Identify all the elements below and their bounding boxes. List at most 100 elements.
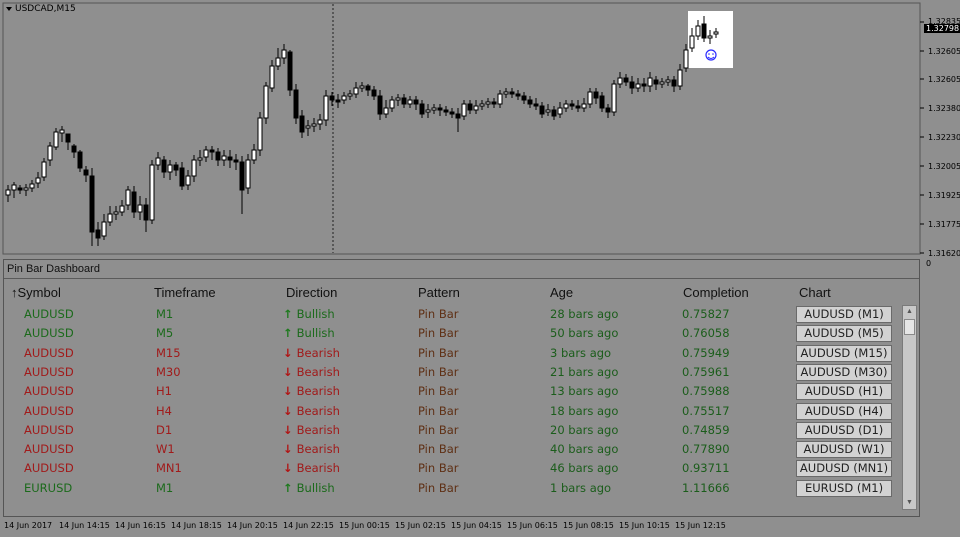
- row-direction: ↓ Bearish: [283, 404, 340, 418]
- bear-candle: [335, 99, 341, 103]
- open-chart-button[interactable]: AUDUSD (H4): [796, 402, 892, 420]
- arrow-up-icon: ↑: [283, 326, 297, 341]
- column-header-age[interactable]: Age: [550, 285, 573, 300]
- bull-candle: [35, 177, 41, 184]
- price-tick: 1.32605: [928, 47, 960, 56]
- column-header-symbol[interactable]: ↑Symbol: [11, 285, 61, 300]
- column-header-pattern[interactable]: Pattern: [418, 285, 460, 300]
- price-tick: 1.32230: [928, 133, 960, 142]
- arrow-down-icon: ↓: [283, 442, 297, 457]
- indicator-zero-label: 0: [926, 259, 932, 268]
- row-completion: 0.75517: [682, 403, 730, 418]
- column-header-chart[interactable]: Chart: [799, 285, 831, 300]
- bull-candle: [563, 103, 569, 109]
- arrow-up-icon: ↑: [283, 480, 297, 495]
- bear-candle: [365, 85, 371, 91]
- bear-candle: [173, 164, 179, 171]
- bear-candle: [551, 109, 557, 117]
- row-timeframe: M15: [156, 345, 181, 360]
- row-timeframe: M1: [156, 480, 174, 495]
- bear-candle: [95, 229, 101, 239]
- bull-candle: [137, 204, 143, 213]
- direction-label: Bullish: [296, 307, 335, 321]
- bear-candle: [455, 113, 461, 119]
- bull-candle: [5, 189, 11, 196]
- bear-candle: [293, 89, 299, 119]
- open-chart-button[interactable]: AUDUSD (M30): [796, 363, 892, 381]
- row-timeframe: MN1: [156, 461, 182, 476]
- bear-candle: [413, 99, 419, 105]
- bull-candle: [311, 123, 317, 127]
- bull-candle: [323, 95, 329, 121]
- column-header-completion[interactable]: Completion: [683, 285, 749, 300]
- bear-candle: [215, 151, 221, 161]
- scroll-down-icon[interactable]: ▼: [903, 497, 916, 509]
- row-pattern: Pin Bar: [418, 326, 459, 341]
- arrow-down-icon: ↓: [283, 364, 297, 379]
- price-tick: 1.31925: [928, 191, 960, 200]
- bull-candle: [461, 103, 467, 117]
- open-chart-button[interactable]: AUDUSD (W1): [796, 441, 892, 459]
- bear-candle: [671, 79, 677, 87]
- price-chart[interactable]: USDCAD,M15 1.32835 1.32798 1.32605 1.326…: [0, 0, 960, 270]
- open-chart-button[interactable]: AUDUSD (MN1): [796, 460, 892, 478]
- bear-candle: [569, 103, 575, 107]
- row-symbol: AUDUSD: [24, 442, 74, 457]
- open-chart-button[interactable]: AUDUSD (M5): [796, 325, 892, 343]
- bear-candle: [77, 151, 83, 169]
- scroll-thumb[interactable]: [904, 319, 915, 335]
- bull-candle: [185, 175, 191, 186]
- column-header-direction[interactable]: Direction: [286, 285, 337, 300]
- bull-candle: [269, 65, 275, 89]
- bear-candle: [287, 51, 293, 91]
- row-symbol: EURUSD: [24, 480, 73, 495]
- bull-candle: [395, 97, 401, 101]
- arrow-down-icon: ↓: [283, 345, 297, 360]
- bear-candle: [161, 159, 167, 173]
- row-timeframe: M1: [156, 307, 174, 321]
- bear-candle: [515, 93, 521, 97]
- open-chart-button[interactable]: AUDUSD (H1): [796, 383, 892, 401]
- row-age: 28 bars ago: [550, 307, 619, 321]
- row-timeframe: H1: [156, 384, 172, 399]
- row-pattern: Pin Bar: [418, 422, 459, 437]
- open-chart-button[interactable]: AUDUSD (M15): [796, 344, 892, 362]
- bull-candle: [389, 99, 395, 109]
- bull-candle: [101, 221, 107, 237]
- open-chart-button[interactable]: EURUSD (M1): [796, 479, 892, 497]
- row-completion: 0.75949: [682, 345, 730, 360]
- bull-candle: [341, 95, 347, 101]
- chart-frame: [2, 2, 921, 255]
- bear-candle: [449, 111, 455, 115]
- bull-candle: [659, 81, 665, 85]
- row-direction: ↓ Bearish: [283, 423, 340, 437]
- bear-candle: [605, 107, 611, 113]
- bull-candle: [245, 159, 251, 189]
- row-pattern: Pin Bar: [418, 461, 459, 476]
- row-age: 20 bars ago: [550, 422, 619, 437]
- bear-candle: [143, 204, 149, 221]
- bear-candle: [329, 95, 335, 101]
- column-header-timeframe[interactable]: Timeframe: [154, 285, 216, 300]
- row-symbol: AUDUSD: [24, 326, 74, 341]
- open-chart-button[interactable]: AUDUSD (M1): [796, 306, 892, 323]
- smiley-eye-left: [708, 53, 710, 55]
- time-tick-label: 15 Jun 00:15: [339, 521, 390, 530]
- bear-candle: [401, 97, 407, 105]
- open-chart-button[interactable]: AUDUSD (D1): [796, 421, 892, 439]
- dropdown-triangle-icon[interactable]: [6, 6, 12, 11]
- bull-candle: [665, 79, 671, 83]
- scroll-up-icon[interactable]: ▲: [903, 306, 916, 318]
- bear-candle: [491, 101, 497, 105]
- candlestick-chart[interactable]: [0, 0, 960, 270]
- bull-candle: [257, 117, 263, 151]
- row-direction: ↑ Bullish: [283, 481, 335, 495]
- bear-candle: [701, 23, 707, 39]
- row-pattern: Pin Bar: [418, 442, 459, 457]
- row-age: 21 bars ago: [550, 364, 619, 379]
- time-tick-label: 15 Jun 12:15: [675, 521, 726, 530]
- bear-candle: [239, 161, 245, 191]
- vertical-scrollbar[interactable]: ▲ ▼: [902, 305, 917, 510]
- bull-candle: [359, 85, 365, 89]
- bull-candle: [47, 145, 53, 161]
